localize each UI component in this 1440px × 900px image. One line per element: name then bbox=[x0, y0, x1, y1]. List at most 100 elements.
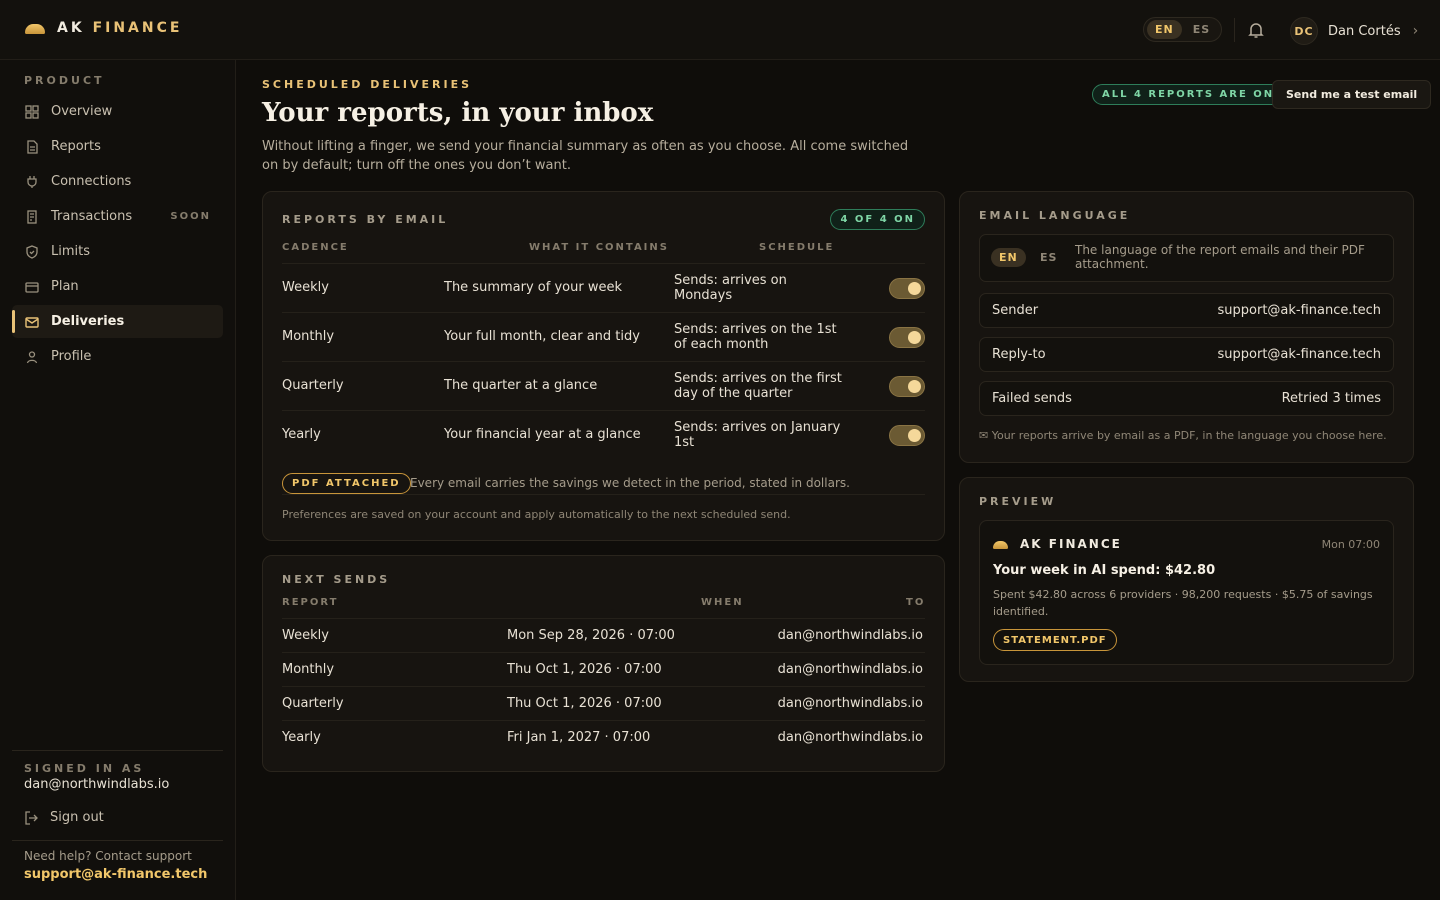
preview-time: Mon 07:00 bbox=[1321, 538, 1380, 551]
mail-icon bbox=[25, 316, 39, 328]
email-language-card: EMAIL LANGUAGE EN ES The language of the… bbox=[959, 191, 1414, 463]
sidebar-item-label: Transactions bbox=[51, 209, 133, 224]
receipt-icon bbox=[27, 209, 37, 224]
top-bar: AK FINANCE EN ES DC Dan Cortés › bbox=[0, 0, 1440, 60]
contains-cell: Your financial year at a glance bbox=[444, 427, 641, 442]
lang-en-button[interactable]: EN bbox=[1147, 20, 1182, 39]
schedule-cell: Sends: arrives on January 1st bbox=[674, 420, 841, 450]
failed-sends-value: Retried 3 times bbox=[1281, 391, 1381, 406]
when-cell: Fri Jan 1, 2027 · 07:00 bbox=[507, 730, 651, 745]
cadence-cell: Quarterly bbox=[282, 378, 344, 393]
sign-out-icon bbox=[25, 810, 38, 825]
failed-sends-label: Failed sends bbox=[992, 391, 1072, 406]
email-lang-en-button[interactable]: EN bbox=[991, 248, 1026, 267]
preview-brand: AK FINANCE bbox=[993, 537, 1122, 551]
failed-sends-row: Failed sends Retried 3 times bbox=[979, 381, 1394, 416]
contains-cell: The summary of your week bbox=[444, 280, 622, 295]
sender-label: Sender bbox=[992, 303, 1039, 318]
card-icon bbox=[25, 281, 39, 293]
table-row: Monthly Your full month, clear and tidy … bbox=[282, 312, 925, 361]
divider bbox=[12, 750, 223, 751]
next-sends-card: NEXT SENDS REPORT WHEN TO Weekly Mon Sep… bbox=[262, 555, 945, 772]
language-description: The language of the report emails and th… bbox=[1075, 243, 1365, 271]
page-eyebrow: SCHEDULED DELIVERIES bbox=[262, 78, 473, 91]
card-title: REPORTS BY EMAIL bbox=[282, 213, 449, 226]
email-lang-es-button[interactable]: ES bbox=[1032, 248, 1065, 267]
divider bbox=[1234, 18, 1235, 42]
lang-es-button[interactable]: ES bbox=[1185, 20, 1218, 39]
card-title: PREVIEW bbox=[979, 495, 1057, 508]
monthly-toggle[interactable] bbox=[889, 327, 925, 348]
sidebar-item-label: Connections bbox=[51, 174, 132, 189]
table-row: Weekly Mon Sep 28, 2026 · 07:00 dan@nort… bbox=[282, 618, 925, 652]
send-test-email-button[interactable]: Send me a test email bbox=[1272, 80, 1432, 109]
to-cell: dan@northwindlabs.io bbox=[777, 662, 923, 677]
sender-row: Sender support@ak-finance.tech bbox=[979, 293, 1394, 328]
sidebar-item-label: Deliveries bbox=[51, 314, 125, 329]
avatar: DC bbox=[1290, 17, 1318, 45]
main-content: SCHEDULED DELIVERIES Your reports, in yo… bbox=[236, 60, 1440, 900]
card-title: NEXT SENDS bbox=[282, 573, 391, 586]
sidebar-item-deliveries[interactable]: Deliveries bbox=[12, 305, 223, 338]
weekly-toggle[interactable] bbox=[889, 278, 925, 299]
column-header: TO bbox=[906, 597, 926, 608]
table-row: Quarterly The quarter at a glance Sends:… bbox=[282, 361, 925, 410]
divider bbox=[12, 840, 223, 841]
cadence-cell: Yearly bbox=[282, 427, 321, 442]
yearly-toggle[interactable] bbox=[889, 425, 925, 446]
sidebar-item-profile[interactable]: Profile bbox=[12, 340, 223, 373]
card-title: EMAIL LANGUAGE bbox=[979, 209, 1131, 222]
reply-to-label: Reply-to bbox=[992, 347, 1046, 362]
when-cell: Mon Sep 28, 2026 · 07:00 bbox=[507, 628, 675, 643]
sign-out-label: Sign out bbox=[50, 810, 104, 825]
column-header: REPORT bbox=[282, 597, 339, 608]
when-cell: Thu Oct 1, 2026 · 07:00 bbox=[507, 662, 662, 677]
report-cell: Monthly bbox=[282, 662, 335, 677]
quarterly-toggle[interactable] bbox=[889, 376, 925, 397]
column-header: WHEN bbox=[701, 597, 744, 608]
table-row: Quarterly Thu Oct 1, 2026 · 07:00 dan@no… bbox=[282, 686, 925, 720]
preview-card: PREVIEW AK FINANCE Mon 07:00 Your week i… bbox=[959, 477, 1414, 682]
language-switcher: EN ES bbox=[1143, 17, 1222, 42]
sidebar-item-label: Overview bbox=[51, 104, 113, 119]
sidebar-item-overview[interactable]: Overview bbox=[12, 95, 223, 128]
sidebar-item-plan[interactable]: Plan bbox=[12, 270, 223, 303]
sidebar-item-limits[interactable]: Limits bbox=[12, 235, 223, 268]
to-cell: dan@northwindlabs.io bbox=[777, 628, 923, 643]
sidebar-item-label: Plan bbox=[51, 279, 79, 294]
user-menu[interactable]: DC Dan Cortés › bbox=[1290, 17, 1418, 45]
column-header: SCHEDULE bbox=[759, 242, 835, 253]
language-selector: EN ES The language of the report emails … bbox=[979, 234, 1394, 282]
soon-badge: SOON bbox=[170, 211, 211, 222]
reports-card: REPORTS BY EMAIL 4 OF 4 ON CADENCE WHAT … bbox=[262, 191, 945, 541]
when-cell: Thu Oct 1, 2026 · 07:00 bbox=[507, 696, 662, 711]
help-text: Need help? Contact support bbox=[24, 849, 192, 863]
signed-in-label: SIGNED IN AS bbox=[24, 762, 145, 775]
status-badge: ALL 4 REPORTS ARE ON bbox=[1092, 84, 1285, 105]
sidebar-item-connections[interactable]: Connections bbox=[12, 165, 223, 198]
sidebar-item-transactions[interactable]: Transactions SOON bbox=[12, 200, 223, 233]
brand-logo[interactable]: AK FINANCE bbox=[25, 20, 182, 36]
reply-to-value: support@ak-finance.tech bbox=[1217, 347, 1382, 362]
count-badge: 4 OF 4 ON bbox=[830, 209, 925, 230]
document-icon bbox=[27, 139, 38, 154]
support-email-link[interactable]: support@ak-finance.tech bbox=[24, 867, 207, 882]
sidebar-item-label: Reports bbox=[51, 139, 101, 154]
sidebar-item-reports[interactable]: Reports bbox=[12, 130, 223, 163]
brand-mark-icon bbox=[25, 24, 45, 34]
schedule-cell: Sends: arrives on Mondays bbox=[674, 273, 787, 303]
email-preview: AK FINANCE Mon 07:00 Your week in AI spe… bbox=[979, 520, 1394, 665]
table-row: Yearly Fri Jan 1, 2027 · 07:00 dan@north… bbox=[282, 720, 925, 754]
report-cell: Weekly bbox=[282, 628, 329, 643]
user-name: Dan Cortés bbox=[1328, 23, 1401, 39]
preview-brand-name: AK FINANCE bbox=[1020, 537, 1122, 551]
sign-out-button[interactable]: Sign out bbox=[24, 810, 104, 825]
pdf-attached-badge: PDF ATTACHED bbox=[282, 473, 411, 494]
bell-icon[interactable] bbox=[1247, 21, 1265, 39]
attachment-badge[interactable]: STATEMENT.PDF bbox=[993, 629, 1117, 651]
report-cell: Quarterly bbox=[282, 696, 344, 711]
schedule-cell: Sends: arrives on the 1st of each month bbox=[674, 322, 837, 352]
chevron-right-icon: › bbox=[1412, 23, 1419, 39]
page-title: Your reports, in your inbox bbox=[262, 98, 654, 128]
report-cell: Yearly bbox=[282, 730, 321, 745]
